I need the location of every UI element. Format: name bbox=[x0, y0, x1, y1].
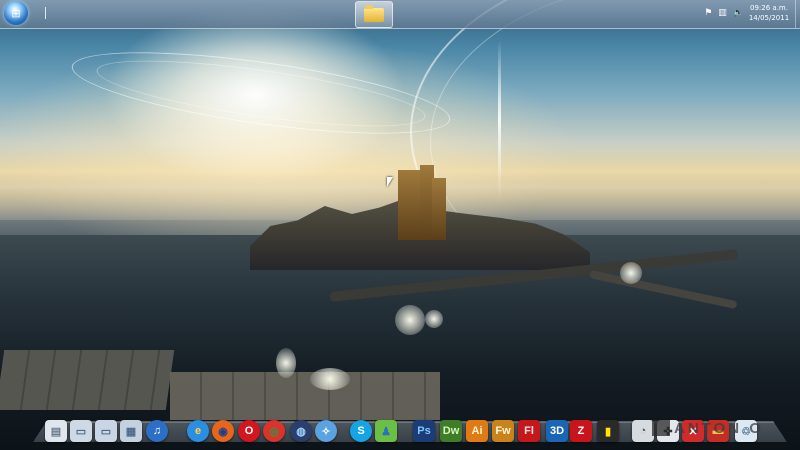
dock-item-label: Ps bbox=[417, 425, 431, 437]
internet-explorer-icon: e bbox=[194, 425, 202, 437]
network-icon[interactable]: ▥ bbox=[718, 7, 727, 19]
dock-item-documents[interactable]: ▤ bbox=[45, 420, 67, 442]
light-glow bbox=[276, 348, 296, 378]
watermark-logo-icon bbox=[652, 420, 670, 436]
dock-item-illustrator[interactable]: Ai bbox=[466, 420, 488, 442]
safari-icon: ✧ bbox=[321, 425, 331, 438]
dock-item-safari[interactable]: ✧ bbox=[315, 420, 337, 442]
dock-item-label: Z bbox=[577, 425, 585, 437]
dock-item-browser-globe[interactable]: ◍ bbox=[290, 420, 312, 442]
dock-item-3ds-max[interactable]: 3D bbox=[546, 420, 568, 442]
light-glow bbox=[425, 310, 443, 328]
dock-item-messenger[interactable]: ♟ bbox=[375, 420, 397, 442]
quick-launch-separator bbox=[45, 7, 46, 19]
taskbar: ⊞ ⚑ ▥ 🔈 09:26 a.m. 14/05/2011 bbox=[0, 0, 800, 29]
dock-item-dreamweaver[interactable]: Dw bbox=[440, 420, 462, 442]
dock-item-chrome[interactable]: ◎ bbox=[263, 420, 285, 442]
notification-area: ⚑ ▥ 🔈 bbox=[704, 7, 744, 19]
show-desktop-button[interactable] bbox=[795, 0, 800, 28]
start-button[interactable]: ⊞ bbox=[4, 1, 28, 25]
dock-item-folder-1[interactable]: ▭ bbox=[70, 420, 92, 442]
folder-3-icon: ▦ bbox=[125, 425, 137, 438]
tower bbox=[398, 170, 420, 240]
dock-item-opera[interactable]: O bbox=[238, 420, 260, 442]
dock-item-folder-3[interactable]: ▦ bbox=[120, 420, 142, 442]
dock-item-label: Dw bbox=[442, 425, 460, 437]
volume-icon[interactable]: 🔈 bbox=[733, 7, 744, 19]
stone-platform bbox=[170, 372, 440, 420]
firefox-icon: ◉ bbox=[218, 425, 228, 438]
watermark-text: ANTON O bbox=[674, 419, 764, 437]
dock-item-label: Fw bbox=[495, 425, 511, 437]
light-glow bbox=[620, 262, 642, 284]
clock-date: 14/05/2011 bbox=[748, 14, 790, 22]
dock-item-label: 3D bbox=[549, 425, 565, 437]
dock-item-usb-drive[interactable]: ▮ bbox=[597, 420, 619, 442]
chrome-icon: ◎ bbox=[269, 425, 279, 438]
messenger-icon: ♟ bbox=[381, 425, 391, 438]
watermark: ANTON O bbox=[652, 417, 764, 439]
stone-platform bbox=[0, 350, 175, 410]
folder-icon bbox=[364, 4, 384, 22]
dock-item-folder-2[interactable]: ▭ bbox=[95, 420, 117, 442]
satellite-dish-icon: ◔ bbox=[639, 425, 647, 437]
folder-2-icon: ▭ bbox=[100, 425, 112, 438]
dock-item-photoshop[interactable]: Ps bbox=[413, 420, 435, 442]
light-glow bbox=[395, 305, 425, 335]
taskbar-button-windows-explorer[interactable] bbox=[355, 1, 393, 28]
skype-icon: S bbox=[357, 425, 365, 437]
dock-item-label: Fl bbox=[524, 425, 534, 437]
dock-item-internet-explorer[interactable]: e bbox=[187, 420, 209, 442]
desktop-wallpaper bbox=[0, 0, 800, 450]
dock-item-itunes[interactable]: ♫ bbox=[146, 420, 168, 442]
opera-icon: O bbox=[244, 425, 254, 437]
clock-time: 09:26 a.m. bbox=[750, 4, 788, 12]
dock-item-filezilla[interactable]: Z bbox=[570, 420, 592, 442]
dock-item-fireworks[interactable]: Fw bbox=[492, 420, 514, 442]
usb-drive-icon: ▮ bbox=[604, 425, 612, 438]
itunes-icon: ♫ bbox=[152, 425, 162, 437]
light-glow bbox=[310, 368, 350, 390]
flag-icon[interactable]: ⚑ bbox=[704, 7, 712, 19]
dock-item-firefox[interactable]: ◉ bbox=[212, 420, 234, 442]
mouse-cursor-icon bbox=[387, 177, 393, 187]
dock-item-label: Ai bbox=[471, 425, 483, 437]
windows-logo-icon: ⊞ bbox=[11, 6, 21, 20]
dock-item-flash[interactable]: Fl bbox=[518, 420, 540, 442]
documents-icon: ▤ bbox=[50, 425, 62, 438]
clock[interactable]: 09:26 a.m. 14/05/2011 bbox=[744, 3, 794, 23]
dock-item-skype[interactable]: S bbox=[350, 420, 372, 442]
tower bbox=[432, 178, 446, 240]
browser-globe-icon: ◍ bbox=[296, 425, 306, 438]
dock-item-satellite-dish[interactable]: ◔ bbox=[632, 420, 654, 442]
folder-1-icon: ▭ bbox=[75, 425, 87, 438]
